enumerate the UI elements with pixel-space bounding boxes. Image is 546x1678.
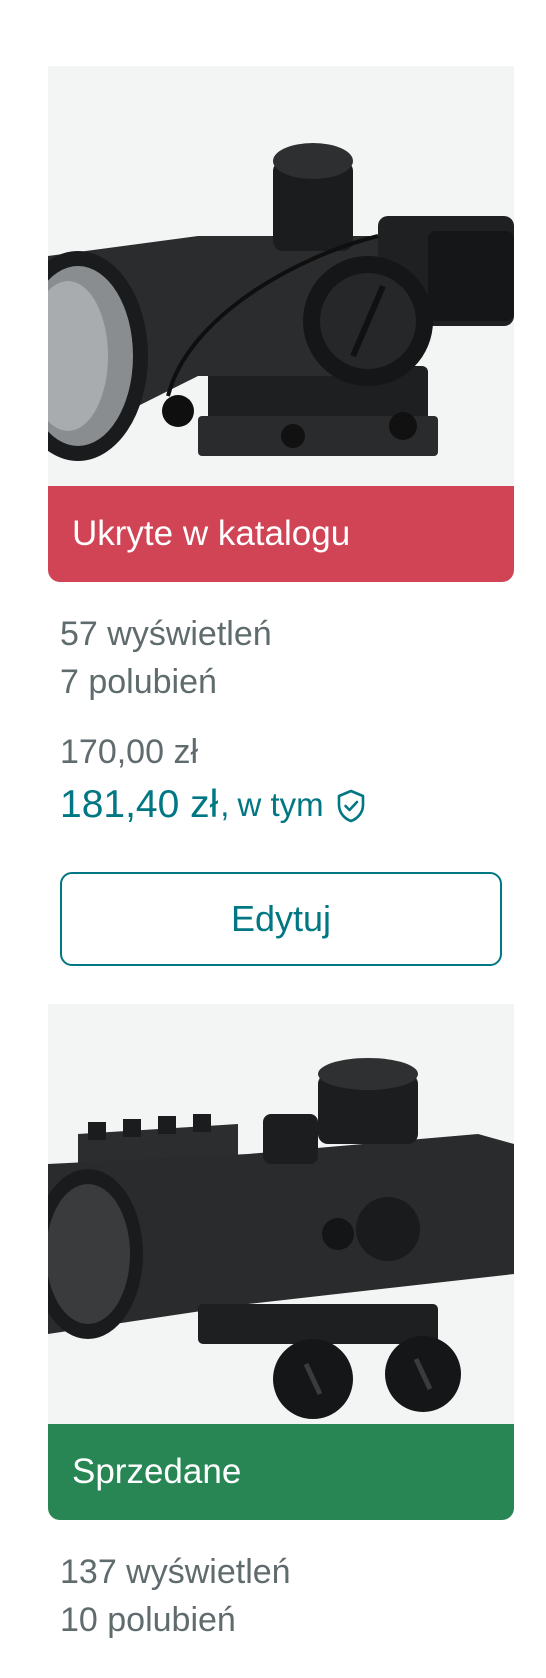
listing-stats: 57 wyświetleń 7 polubień bbox=[48, 610, 514, 706]
price-total: 181,40 zł bbox=[60, 783, 219, 826]
price-block: 170,00 zł 181,40 zł , w tym bbox=[48, 728, 514, 830]
status-badge-hidden: Ukryte w katalogu bbox=[48, 486, 514, 582]
rifle-scope-photo bbox=[48, 66, 514, 486]
red-dot-scope-photo bbox=[48, 1004, 514, 1424]
price-base: 170,00 zł bbox=[60, 733, 198, 771]
price-including-label: w tym bbox=[237, 786, 324, 823]
shield-check-icon[interactable] bbox=[334, 787, 368, 823]
views-count: 137 wyświetleń bbox=[60, 1553, 291, 1591]
status-badge-sold: Sprzedane bbox=[48, 1424, 514, 1520]
price-total-row: 181,40 zł , w tym bbox=[60, 780, 514, 830]
listing-stats: 137 wyświetleń 10 polubień bbox=[48, 1548, 514, 1644]
edit-button[interactable]: Edytuj bbox=[60, 872, 502, 966]
likes-count: 7 polubień bbox=[60, 663, 217, 701]
likes-count: 10 polubień bbox=[60, 1601, 236, 1639]
listing-card: Ukryte w katalogu 57 wyświetleń 7 polubi… bbox=[48, 66, 514, 966]
listing-card: Sprzedane 137 wyświetleń 10 polubień bbox=[48, 1004, 514, 1644]
price-separator: , bbox=[220, 786, 230, 823]
product-image[interactable] bbox=[48, 1004, 514, 1424]
views-count: 57 wyświetleń bbox=[60, 615, 272, 653]
product-image[interactable] bbox=[48, 66, 514, 486]
